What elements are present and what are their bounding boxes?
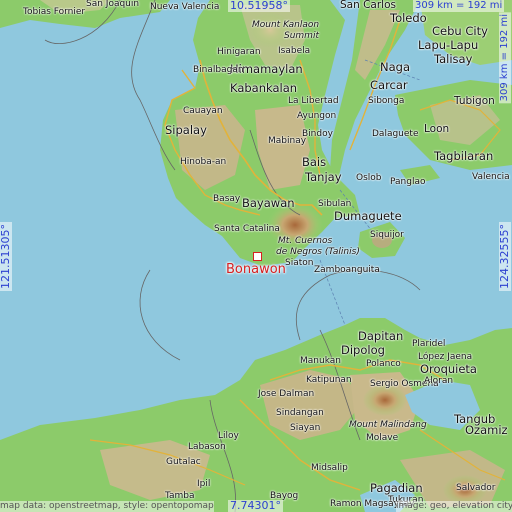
label-molave: Molave xyxy=(366,433,399,443)
label-cauayan: Cauayan xyxy=(183,106,223,116)
label-tobias-fornier: Tobias Fornier xyxy=(23,7,86,17)
scale-vertical: 309 km = 192 mi xyxy=(499,12,511,104)
label-toledo: Toledo xyxy=(390,11,427,25)
label-oslob: Oslob xyxy=(356,173,382,183)
label-hinoba-an: Hinoba-an xyxy=(180,157,227,167)
label-la-libertad: La Libertad xyxy=(288,96,339,106)
label-tamba: Tamba xyxy=(165,491,195,501)
label-mabinay: Mabinay xyxy=(268,136,307,146)
label-de-negros-talinis: de Negros (Talinis) xyxy=(276,247,360,257)
label-panglao: Panglao xyxy=(390,177,426,187)
label-loon: Loon xyxy=(424,123,450,135)
label-oroquieta: Oroquieta xyxy=(420,362,477,376)
label-naga: Naga xyxy=(380,60,410,74)
label-mt-cuernos: Mt. Cuernos xyxy=(278,236,333,246)
label-summit: Summit xyxy=(284,31,319,41)
label-tanjay: Tanjay xyxy=(305,170,342,184)
label-siquijor: Siquijor xyxy=(370,230,404,240)
coord-right: 124.32555° xyxy=(498,222,511,291)
attribution-left: map data: openstreetmap, style: opentopo… xyxy=(0,501,214,512)
label-dipolog: Dipolog xyxy=(341,343,385,357)
label-plaridel: Plaridel xyxy=(412,339,446,349)
place-name-label: Bonawon xyxy=(226,262,286,277)
label-san-joaquin: San Joaquin xyxy=(86,0,140,9)
label-sipalay: Sipalay xyxy=(165,123,207,137)
label-bayawan: Bayawan xyxy=(242,196,295,210)
map-view[interactable]: Tobias Fornier San Joaquin Nueva Valenci… xyxy=(0,0,512,512)
label-bais: Bais xyxy=(302,155,327,169)
label-hinigaran: Hinigaran xyxy=(217,47,261,57)
label-bindoy: Bindoy xyxy=(302,129,333,139)
label-zamboanguita: Zamboanguita xyxy=(314,265,380,275)
label-ozamiz: Ozamiz xyxy=(465,423,508,437)
label-jose-dalman: Jose Dalman xyxy=(258,389,315,399)
label-lapu-lapu: Lapu-Lapu xyxy=(418,38,479,52)
label-pagadian: Pagadian xyxy=(370,481,423,495)
label-siaton: Siaton xyxy=(285,258,314,268)
label-sindangan: Sindangan xyxy=(276,408,324,418)
label-tagbilaran: Tagbilaran xyxy=(434,149,494,163)
label-santa-catalina: Santa Catalina xyxy=(214,224,280,234)
attribution-right: image: geo, elevation city xyxy=(396,501,512,512)
coord-left: 121.51305° xyxy=(0,222,12,291)
label-cebu-city: Cebu City xyxy=(432,24,488,38)
label-midsalip: Midsalip xyxy=(311,463,348,473)
label-talisay: Talisay xyxy=(434,52,473,66)
label-siayan: Siayan xyxy=(290,423,321,433)
label-manukan: Manukan xyxy=(300,356,341,366)
label-isabela: Isabela xyxy=(278,46,311,56)
label-gutalac: Gutalac xyxy=(166,457,201,467)
label-ayungon: Ayungon xyxy=(297,111,337,121)
place-marker[interactable] xyxy=(253,252,262,261)
label-binalbagan: Binalbagan xyxy=(193,65,244,75)
label-ipil: Ipil xyxy=(197,479,211,489)
label-dalaguete: Dalaguete xyxy=(372,129,419,139)
label-sibulan: Sibulan xyxy=(318,199,352,209)
label-san-carlos: San Carlos xyxy=(340,0,396,11)
scale-horizontal: 309 km = 192 mi xyxy=(413,0,505,12)
label-mount-malindang: Mount Malindang xyxy=(349,420,427,430)
label-polanco: Polanco xyxy=(366,359,401,369)
label-labason: Labason xyxy=(188,442,226,452)
label-basay: Basay xyxy=(213,194,241,204)
label-dumaguete: Dumaguete xyxy=(334,209,402,223)
label-mount-kanlaon: Mount Kanlaon xyxy=(252,20,320,30)
label-valencia: Valencia xyxy=(472,172,510,182)
coord-bottom: 7.74301° xyxy=(228,499,283,512)
label-carcar: Carcar xyxy=(370,78,408,92)
label-dapitan: Dapitan xyxy=(358,329,404,343)
label-kabankalan: Kabankalan xyxy=(230,81,298,95)
label-sibonga: Sibonga xyxy=(368,96,405,106)
label-lopez-jaena: López Jaena xyxy=(418,352,473,362)
label-katipunan: Katipunan xyxy=(306,375,352,385)
label-aloran: Aloran xyxy=(424,376,454,386)
label-tubigon: Tubigon xyxy=(454,95,495,107)
label-nueva-valencia: Nueva Valencia xyxy=(150,2,220,12)
label-salvador: Salvador xyxy=(456,483,496,493)
coord-top: 10.51958° xyxy=(228,0,290,12)
label-liloy: Liloy xyxy=(218,431,239,441)
